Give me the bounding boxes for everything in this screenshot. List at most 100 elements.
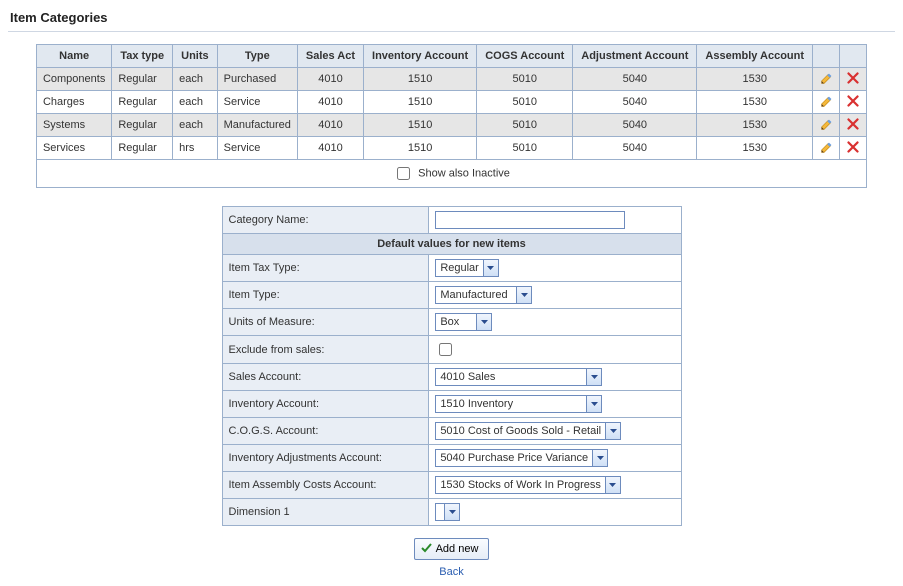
show-inactive-label: Show also Inactive [418,167,510,179]
cell-units: each [173,91,218,114]
delete-icon[interactable] [846,141,860,155]
exclude-from-sales-checkbox[interactable] [439,343,452,356]
cell-inventory: 1510 [364,91,477,114]
table-row: ServicesRegularhrsService401015105010504… [36,137,866,160]
cell-type: Service [217,137,297,160]
table-row: ComponentsRegulareachPurchased4010151050… [36,68,866,91]
col-adjust: Adjustment Account [573,45,697,68]
cell-assembly: 1530 [697,114,813,137]
delete-icon[interactable] [846,72,860,86]
cell-adjust: 5040 [573,137,697,160]
col-inventory: Inventory Account [364,45,477,68]
chevron-down-icon [483,260,498,276]
back-link[interactable]: Back [8,566,895,578]
delete-icon[interactable] [846,95,860,109]
sales-account-select[interactable]: 4010 Sales [435,368,602,386]
label-invadj-acct: Inventory Adjustments Account: [222,445,429,472]
cell-inventory: 1510 [364,68,477,91]
cell-name: Services [36,137,111,160]
chevron-down-icon [605,423,620,439]
label-units: Units of Measure: [222,309,429,336]
label-assembly-acct: Item Assembly Costs Account: [222,472,429,499]
cell-type: Service [217,91,297,114]
assembly-costs-account-select[interactable]: 1530 Stocks of Work In Progress [435,476,621,494]
col-tax: Tax type [112,45,173,68]
chevron-down-icon [592,450,607,466]
units-select[interactable]: Box [435,313,492,331]
category-form: Category Name: Default values for new it… [222,206,682,526]
category-name-input[interactable] [435,211,625,229]
show-inactive-row: Show also Inactive [36,160,867,188]
chevron-down-icon [605,477,620,493]
cell-tax: Regular [112,137,173,160]
inventory-adjustments-account-select[interactable]: 5040 Purchase Price Variance [435,449,608,467]
table-row: SystemsRegulareachManufactured4010151050… [36,114,866,137]
inventory-account-select[interactable]: 1510 Inventory [435,395,602,413]
cell-inventory: 1510 [364,114,477,137]
label-dimension-1: Dimension 1 [222,499,429,526]
cell-adjust: 5040 [573,91,697,114]
cell-name: Components [36,68,111,91]
cell-adjust: 5040 [573,68,697,91]
cell-units: hrs [173,137,218,160]
label-category-name: Category Name: [222,207,429,234]
chevron-down-icon [476,314,491,330]
show-inactive-checkbox[interactable] [397,167,410,180]
col-name: Name [36,45,111,68]
chevron-down-icon [516,287,531,303]
label-item-tax: Item Tax Type: [222,255,429,282]
cell-sales: 4010 [297,114,363,137]
add-new-button[interactable]: Add new [414,538,490,560]
cell-cogs: 5010 [477,137,573,160]
item-tax-select[interactable]: Regular [435,259,499,277]
cell-type: Manufactured [217,114,297,137]
page-title: Item Categories [10,10,895,25]
item-type-select[interactable]: Manufactured [435,286,532,304]
cell-cogs: 5010 [477,68,573,91]
cell-tax: Regular [112,91,173,114]
cell-sales: 4010 [297,137,363,160]
check-icon [421,542,432,556]
cell-adjust: 5040 [573,114,697,137]
col-cogs: COGS Account [477,45,573,68]
delete-icon[interactable] [846,118,860,132]
cell-name: Charges [36,91,111,114]
label-item-type: Item Type: [222,282,429,309]
cell-sales: 4010 [297,68,363,91]
pencil-icon[interactable] [819,72,833,86]
cell-units: each [173,114,218,137]
dimension-1-select[interactable] [435,503,460,521]
col-type: Type [217,45,297,68]
cell-sales: 4010 [297,91,363,114]
col-units: Units [173,45,218,68]
col-edit [813,45,840,68]
col-sales: Sales Act [297,45,363,68]
cell-assembly: 1530 [697,137,813,160]
cell-name: Systems [36,114,111,137]
cell-tax: Regular [112,114,173,137]
divider [8,31,895,32]
cell-tax: Regular [112,68,173,91]
cell-cogs: 5010 [477,91,573,114]
chevron-down-icon [444,504,459,520]
form-section-header: Default values for new items [222,234,681,255]
label-exclude: Exclude from sales: [222,336,429,364]
label-inv-acct: Inventory Account: [222,391,429,418]
pencil-icon[interactable] [819,141,833,155]
pencil-icon[interactable] [819,95,833,109]
cell-assembly: 1530 [697,68,813,91]
cogs-account-select[interactable]: 5010 Cost of Goods Sold - Retail [435,422,621,440]
col-delete [840,45,867,68]
chevron-down-icon [586,369,601,385]
cell-cogs: 5010 [477,114,573,137]
categories-table: Name Tax type Units Type Sales Act Inven… [36,44,867,160]
label-sales-acct: Sales Account: [222,364,429,391]
table-row: ChargesRegulareachService401015105010504… [36,91,866,114]
pencil-icon[interactable] [819,118,833,132]
cell-units: each [173,68,218,91]
col-assembly: Assembly Account [697,45,813,68]
cell-inventory: 1510 [364,137,477,160]
cell-assembly: 1530 [697,91,813,114]
chevron-down-icon [586,396,601,412]
label-cogs-acct: C.O.G.S. Account: [222,418,429,445]
